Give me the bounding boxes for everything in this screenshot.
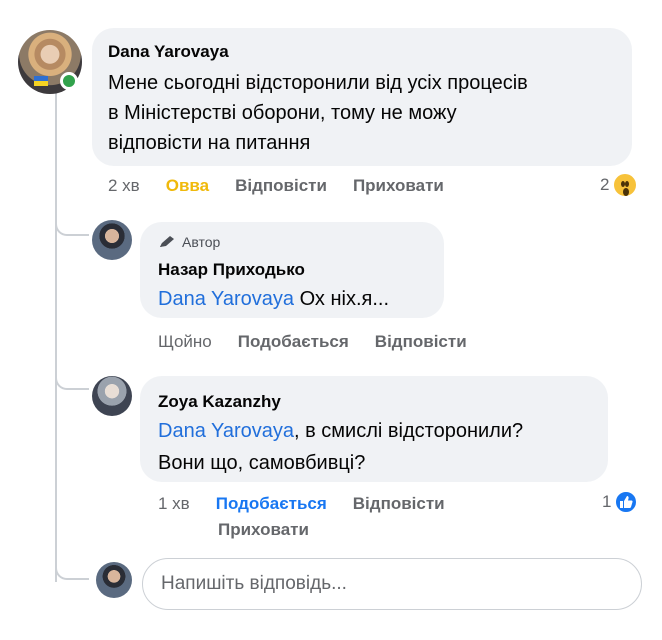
hide-button[interactable]: Приховати — [353, 176, 444, 196]
reply-author[interactable]: Назар Приходько — [158, 260, 305, 280]
like-button[interactable]: Подобається — [238, 332, 349, 352]
comment-text-line: в Міністерстві оборони, тому не можу — [108, 102, 457, 124]
reply-actions: 1 хв Подобається Відповісти — [158, 494, 471, 514]
reply-button[interactable]: Відповісти — [235, 176, 327, 196]
reaction-button[interactable]: Овва — [166, 176, 209, 196]
comment-author[interactable]: Dana Yarovaya — [108, 42, 229, 62]
reply-time[interactable]: 1 хв — [158, 494, 190, 514]
comment-bubble: Dana Yarovaya Мене сьогодні відсторонили… — [92, 28, 632, 166]
like-icon — [614, 490, 639, 514]
comment-actions: 2 хв Овва Відповісти Приховати — [108, 176, 470, 196]
reaction-summary[interactable]: 2 — [600, 172, 639, 198]
author-badge-label: Автор — [182, 234, 221, 250]
reply-author[interactable]: Zoya Kazanzhy — [158, 392, 281, 412]
thread-branch — [55, 218, 89, 236]
reply-text-line: Dana Yarovaya, в смислі відсторонили? — [158, 416, 523, 446]
reaction-count: 2 — [600, 175, 610, 194]
avatar-nazar[interactable] — [92, 220, 132, 260]
avatar-zoya[interactable] — [92, 376, 132, 416]
reply-text-line: Вони що, самовбивці? — [158, 452, 366, 474]
author-badge: Автор — [158, 234, 220, 250]
online-status-dot — [60, 72, 78, 90]
reaction-summary[interactable]: 1 — [602, 490, 639, 514]
reply-input-placeholder: Напишіть відповідь... — [161, 573, 347, 594]
reply-text-body: Ох ніх.я... — [294, 288, 390, 310]
avatar-current-user[interactable] — [96, 562, 132, 598]
ukraine-flag-icon — [34, 76, 48, 86]
reply-text: Dana Yarovaya Ох ніх.я... — [158, 284, 389, 314]
reply-bubble: Zoya Kazanzhy Dana Yarovaya, в смислі ві… — [140, 376, 608, 482]
thread-line — [55, 92, 57, 582]
wow-emoji-icon — [612, 172, 639, 198]
reply-time[interactable]: Щойно — [158, 332, 212, 352]
reply-button[interactable]: Відповісти — [353, 494, 445, 514]
reply-button[interactable]: Відповісти — [375, 332, 467, 352]
thread-branch — [55, 372, 89, 390]
like-button-active[interactable]: Подобається — [216, 494, 327, 514]
mention-link[interactable]: Dana Yarovaya — [158, 288, 294, 310]
reply-text-body: , в смислі відсторонили? — [294, 420, 524, 442]
reply-bubble: Автор Назар Приходько Dana Yarovaya Ох н… — [140, 222, 444, 318]
reply-actions-row2: Приховати — [218, 520, 335, 540]
comment-text-line: відповісти на питання — [108, 132, 311, 154]
reply-input[interactable]: Напишіть відповідь... — [142, 558, 642, 610]
hide-button[interactable]: Приховати — [218, 520, 309, 540]
pen-icon — [160, 236, 174, 247]
mention-link[interactable]: Dana Yarovaya — [158, 420, 294, 442]
reply-actions: Щойно Подобається Відповісти — [158, 332, 493, 352]
thread-branch — [55, 562, 89, 580]
reaction-count: 1 — [602, 492, 612, 511]
comment-time[interactable]: 2 хв — [108, 176, 140, 196]
comment-text-line: Мене сьогодні відсторонили від усіх проц… — [108, 72, 528, 94]
